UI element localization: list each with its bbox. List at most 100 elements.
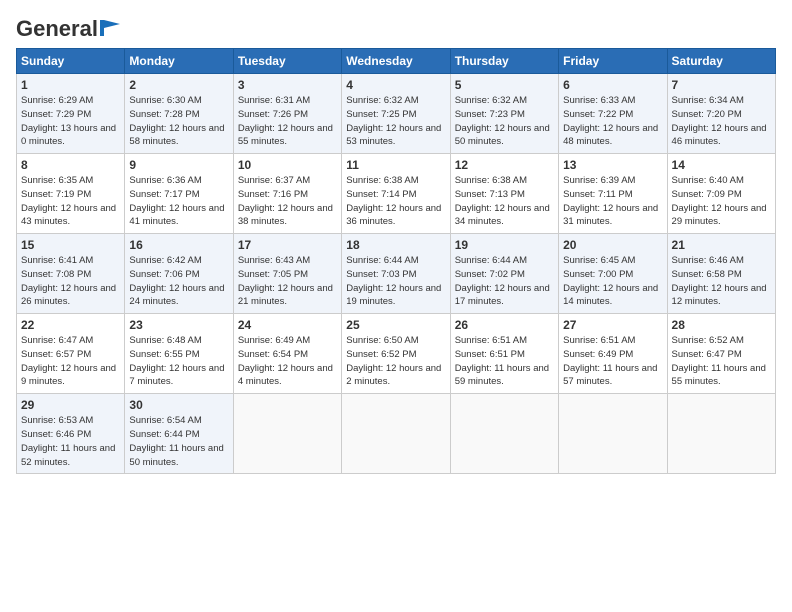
calendar-day-cell: 23 Sunrise: 6:48 AM Sunset: 6:55 PM Dayl… [125,314,233,394]
day-sunset: Sunset: 6:44 PM [129,429,199,440]
empty-cell [559,394,667,474]
day-daylight-label: Daylight: 12 hours and 50 minutes. [455,123,550,148]
day-number: 12 [455,158,554,172]
day-sunrise: Sunrise: 6:29 AM [21,95,93,106]
day-sunset: Sunset: 7:02 PM [455,269,525,280]
calendar-day-cell: 1 Sunrise: 6:29 AM Sunset: 7:29 PM Dayli… [17,74,125,154]
calendar-day-cell: 16 Sunrise: 6:42 AM Sunset: 7:06 PM Dayl… [125,234,233,314]
calendar-day-cell: 20 Sunrise: 6:45 AM Sunset: 7:00 PM Dayl… [559,234,667,314]
empty-cell [667,394,775,474]
day-sunrise: Sunrise: 6:43 AM [238,255,310,266]
calendar-day-cell: 5 Sunrise: 6:32 AM Sunset: 7:23 PM Dayli… [450,74,558,154]
day-sunset: Sunset: 7:17 PM [129,189,199,200]
day-sunrise: Sunrise: 6:37 AM [238,175,310,186]
day-sunset: Sunset: 7:06 PM [129,269,199,280]
day-number: 2 [129,78,228,92]
day-daylight-label: Daylight: 12 hours and 14 minutes. [563,283,658,308]
logo-flag-icon [100,20,120,36]
day-number: 16 [129,238,228,252]
day-sunset: Sunset: 6:58 PM [672,269,742,280]
day-number: 23 [129,318,228,332]
day-number: 28 [672,318,771,332]
calendar-day-cell: 25 Sunrise: 6:50 AM Sunset: 6:52 PM Dayl… [342,314,450,394]
day-sunrise: Sunrise: 6:31 AM [238,95,310,106]
empty-cell [342,394,450,474]
day-number: 26 [455,318,554,332]
day-daylight-label: Daylight: 11 hours and 57 minutes. [563,363,657,388]
day-of-week-header: Friday [559,49,667,74]
calendar-day-cell: 30 Sunrise: 6:54 AM Sunset: 6:44 PM Dayl… [125,394,233,474]
day-number: 19 [455,238,554,252]
day-sunrise: Sunrise: 6:41 AM [21,255,93,266]
calendar-day-cell: 2 Sunrise: 6:30 AM Sunset: 7:28 PM Dayli… [125,74,233,154]
day-of-week-header: Thursday [450,49,558,74]
day-number: 27 [563,318,662,332]
day-sunrise: Sunrise: 6:53 AM [21,415,93,426]
calendar-day-cell: 14 Sunrise: 6:40 AM Sunset: 7:09 PM Dayl… [667,154,775,234]
day-sunset: Sunset: 7:14 PM [346,189,416,200]
day-sunrise: Sunrise: 6:45 AM [563,255,635,266]
day-number: 30 [129,398,228,412]
day-number: 11 [346,158,445,172]
day-number: 4 [346,78,445,92]
day-number: 21 [672,238,771,252]
logo-general: General [16,16,98,42]
day-sunrise: Sunrise: 6:39 AM [563,175,635,186]
day-daylight-label: Daylight: 12 hours and 55 minutes. [238,123,333,148]
calendar-day-cell: 22 Sunrise: 6:47 AM Sunset: 6:57 PM Dayl… [17,314,125,394]
day-number: 24 [238,318,337,332]
day-sunset: Sunset: 6:46 PM [21,429,91,440]
day-sunset: Sunset: 6:55 PM [129,349,199,360]
day-number: 25 [346,318,445,332]
day-sunset: Sunset: 7:23 PM [455,109,525,120]
day-sunset: Sunset: 7:09 PM [672,189,742,200]
day-number: 29 [21,398,120,412]
calendar-day-cell: 21 Sunrise: 6:46 AM Sunset: 6:58 PM Dayl… [667,234,775,314]
day-sunrise: Sunrise: 6:32 AM [346,95,418,106]
day-daylight-label: Daylight: 12 hours and 34 minutes. [455,203,550,228]
calendar-day-cell: 29 Sunrise: 6:53 AM Sunset: 6:46 PM Dayl… [17,394,125,474]
day-sunset: Sunset: 7:20 PM [672,109,742,120]
day-sunset: Sunset: 6:52 PM [346,349,416,360]
day-daylight-label: Daylight: 11 hours and 52 minutes. [21,443,115,468]
calendar-day-cell: 24 Sunrise: 6:49 AM Sunset: 6:54 PM Dayl… [233,314,341,394]
day-sunrise: Sunrise: 6:42 AM [129,255,201,266]
calendar-day-cell: 3 Sunrise: 6:31 AM Sunset: 7:26 PM Dayli… [233,74,341,154]
day-number: 15 [21,238,120,252]
day-sunrise: Sunrise: 6:44 AM [346,255,418,266]
day-sunrise: Sunrise: 6:33 AM [563,95,635,106]
day-of-week-header: Monday [125,49,233,74]
day-daylight-label: Daylight: 12 hours and 43 minutes. [21,203,116,228]
day-sunset: Sunset: 6:51 PM [455,349,525,360]
empty-cell [450,394,558,474]
day-of-week-header: Wednesday [342,49,450,74]
day-daylight-label: Daylight: 12 hours and 48 minutes. [563,123,658,148]
day-sunset: Sunset: 7:29 PM [21,109,91,120]
day-daylight-label: Daylight: 12 hours and 12 minutes. [672,283,767,308]
day-number: 18 [346,238,445,252]
calendar-day-cell: 7 Sunrise: 6:34 AM Sunset: 7:20 PM Dayli… [667,74,775,154]
day-sunset: Sunset: 7:13 PM [455,189,525,200]
calendar-day-cell: 10 Sunrise: 6:37 AM Sunset: 7:16 PM Dayl… [233,154,341,234]
day-sunrise: Sunrise: 6:40 AM [672,175,744,186]
day-sunrise: Sunrise: 6:38 AM [455,175,527,186]
day-sunrise: Sunrise: 6:34 AM [672,95,744,106]
day-daylight-label: Daylight: 12 hours and 53 minutes. [346,123,441,148]
day-sunrise: Sunrise: 6:48 AM [129,335,201,346]
day-sunrise: Sunrise: 6:50 AM [346,335,418,346]
calendar-day-cell: 18 Sunrise: 6:44 AM Sunset: 7:03 PM Dayl… [342,234,450,314]
day-daylight-label: Daylight: 12 hours and 2 minutes. [346,363,441,388]
day-sunset: Sunset: 6:57 PM [21,349,91,360]
day-number: 22 [21,318,120,332]
day-sunrise: Sunrise: 6:36 AM [129,175,201,186]
day-daylight-label: Daylight: 12 hours and 38 minutes. [238,203,333,228]
day-daylight-label: Daylight: 12 hours and 58 minutes. [129,123,224,148]
day-daylight-label: Daylight: 12 hours and 19 minutes. [346,283,441,308]
day-daylight-label: Daylight: 11 hours and 55 minutes. [672,363,766,388]
day-number: 10 [238,158,337,172]
day-number: 3 [238,78,337,92]
day-sunrise: Sunrise: 6:38 AM [346,175,418,186]
calendar-day-cell: 6 Sunrise: 6:33 AM Sunset: 7:22 PM Dayli… [559,74,667,154]
day-daylight-label: Daylight: 11 hours and 59 minutes. [455,363,549,388]
day-sunset: Sunset: 7:05 PM [238,269,308,280]
